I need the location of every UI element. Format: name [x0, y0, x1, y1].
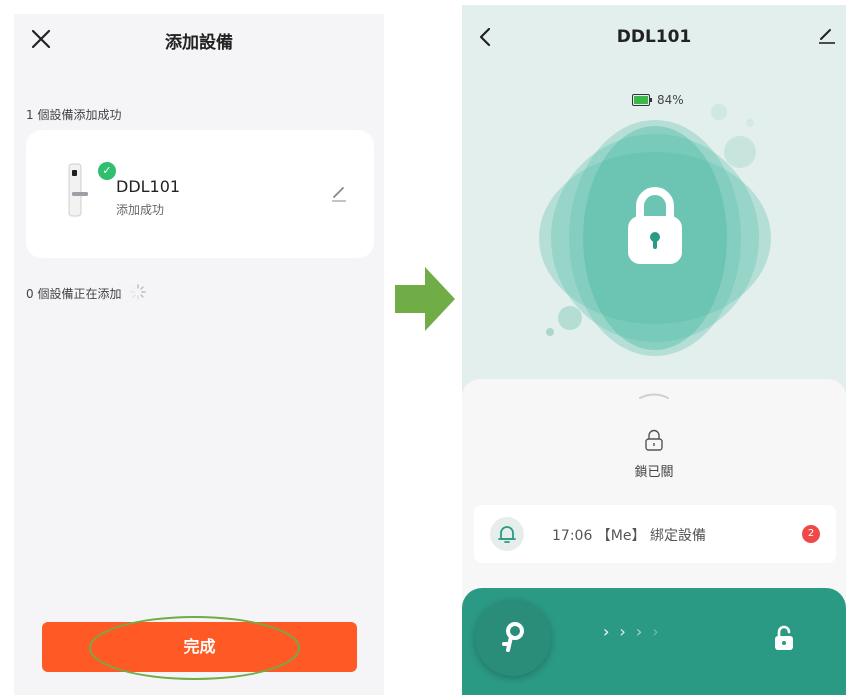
lock-status: 鎖已關	[634, 465, 674, 480]
bell-icon	[498, 526, 516, 543]
unlock-slider[interactable]: › › › ›	[462, 588, 846, 695]
lock-visual	[539, 104, 771, 356]
slider-knob[interactable]	[475, 600, 551, 676]
lock-icon	[645, 429, 663, 451]
bell-icon-bg	[490, 517, 524, 551]
unlock-icon	[775, 625, 793, 650]
key-icon	[502, 622, 524, 652]
highlight-ellipse	[89, 616, 300, 680]
slide-arrows: › › › ›	[603, 622, 663, 641]
page-title: 添加設備	[165, 33, 233, 53]
device-card[interactable]: ✓ DDL101 添加成功	[26, 130, 374, 258]
pen-icon[interactable]	[816, 25, 838, 47]
log-item[interactable]: 17:06 【Me】 綁定設備 2	[474, 505, 836, 563]
spinner-icon	[130, 284, 146, 300]
notification-badge: 2	[802, 525, 820, 543]
check-icon: ✓	[98, 162, 116, 180]
add-device-screen: 添加設備 1 個設備添加成功 ✓ DDL101 添加成功 0 個設備正在添加 完…	[14, 14, 384, 695]
edit-icon[interactable]	[328, 182, 350, 204]
door-lock-image	[68, 163, 88, 217]
arrow-right-icon	[395, 267, 455, 331]
device-status: 添加成功	[116, 203, 165, 217]
lock-detail-screen: DDL101 84% 鎖已關 17:06 【Me】 綁定設備 2 › › › ›	[462, 5, 846, 695]
device-name: DDL101	[116, 177, 181, 196]
log-text: 17:06 【Me】 綁定設備	[552, 528, 706, 544]
device-title: DDL101	[616, 27, 692, 47]
chevron-up-icon[interactable]	[636, 389, 672, 401]
adding-count-text: 0 個設備正在添加	[26, 287, 122, 301]
success-count-text: 1 個設備添加成功	[26, 108, 122, 122]
